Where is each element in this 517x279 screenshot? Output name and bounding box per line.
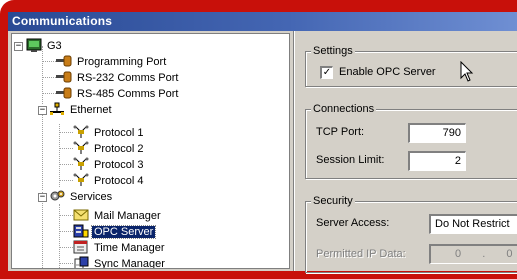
tree-node-ethernet[interactable]: Ethernet — [49, 102, 114, 118]
ip-octet-1: 0 — [455, 248, 462, 260]
collapse-toggle[interactable]: − — [14, 42, 23, 51]
port-icon — [56, 54, 72, 68]
port-icon — [56, 70, 72, 84]
tree-node-services[interactable]: Services — [49, 189, 114, 205]
g3-device-icon — [26, 38, 42, 53]
collapse-toggle[interactable]: − — [38, 106, 47, 115]
tree-line — [59, 247, 73, 248]
settings-group: Settings ✓ Enable OPC Server — [305, 44, 517, 87]
tree-node-protocol-1[interactable]: Protocol 1 — [73, 125, 146, 141]
tree-node-protocol-2[interactable]: Protocol 2 — [73, 141, 146, 157]
splitter-highlight — [294, 31, 295, 271]
tree-line — [59, 132, 73, 133]
tcp-port-input[interactable]: 790 — [408, 123, 466, 143]
connections-group: Connections TCP Port: 790 Session Limit:… — [305, 102, 517, 179]
time-icon — [73, 240, 89, 254]
tree-line — [59, 148, 73, 149]
tree-line — [42, 192, 43, 268]
security-group-title: Security — [311, 194, 355, 208]
permitted-ip-input: 0 . 0 — [429, 244, 517, 264]
tree-line — [42, 77, 56, 78]
window-title: Communications — [8, 12, 517, 31]
tree-line — [59, 215, 73, 216]
sync-icon — [73, 256, 89, 268]
dialog-client: − G3 Programming Port RS-232 Comms Port … — [8, 31, 517, 273]
server-access-select[interactable]: Do Not Restrict — [429, 214, 517, 234]
security-group: Security Server Access: Do Not Restrict … — [305, 194, 517, 273]
tree-node-opc-server[interactable]: OPC Server — [73, 224, 157, 240]
navigation-tree[interactable]: − G3 Programming Port RS-232 Comms Port … — [11, 33, 290, 269]
tree-node-protocol-4[interactable]: Protocol 4 — [73, 173, 146, 189]
server-access-label: Server Access: — [316, 217, 390, 229]
ethernet-icon — [49, 102, 65, 116]
protocol-icon — [73, 125, 89, 139]
settings-group-title: Settings — [311, 44, 355, 58]
ip-dot: . — [482, 248, 486, 260]
tree-line — [59, 204, 60, 268]
tree-node-sync-manager[interactable]: Sync Manager — [73, 256, 167, 268]
services-icon — [49, 189, 65, 203]
tree-line — [42, 61, 56, 62]
ip-octet-2: 0 — [506, 248, 513, 260]
tree-node-programming-port[interactable]: Programming Port — [56, 54, 168, 70]
collapse-toggle[interactable]: − — [38, 193, 47, 202]
tree-line — [59, 164, 73, 165]
tree-node-g3[interactable]: G3 — [26, 38, 64, 54]
session-limit-label: Session Limit: — [316, 154, 385, 166]
enable-opc-checkbox[interactable]: ✓ — [320, 66, 333, 79]
tcp-port-label: TCP Port: — [316, 126, 365, 138]
tree-node-time-manager[interactable]: Time Manager — [73, 240, 167, 256]
connections-group-title: Connections — [311, 102, 377, 116]
protocol-icon — [73, 157, 89, 171]
tree-node-mail-manager[interactable]: Mail Manager — [73, 208, 163, 224]
tree-node-protocol-3[interactable]: Protocol 3 — [73, 157, 146, 173]
port-icon — [56, 86, 72, 100]
tree-node-rs232[interactable]: RS-232 Comms Port — [56, 70, 180, 86]
mail-icon — [73, 208, 89, 222]
opc-server-icon — [73, 224, 89, 238]
session-limit-input[interactable]: 2 — [408, 151, 466, 171]
tree-line — [42, 46, 43, 104]
protocol-icon — [73, 141, 89, 155]
tree-node-rs485[interactable]: RS-485 Comms Port — [56, 86, 180, 102]
tree-line — [42, 108, 43, 190]
enable-opc-label: Enable OPC Server — [339, 66, 436, 78]
tree-line — [59, 263, 73, 264]
tree-line — [59, 231, 73, 232]
permitted-ip-label: Permitted IP Data: — [316, 248, 406, 260]
mouse-cursor-icon — [460, 61, 474, 82]
tree-line — [59, 124, 60, 187]
tree-line — [42, 93, 56, 94]
tree-line — [59, 180, 73, 181]
protocol-icon — [73, 173, 89, 187]
